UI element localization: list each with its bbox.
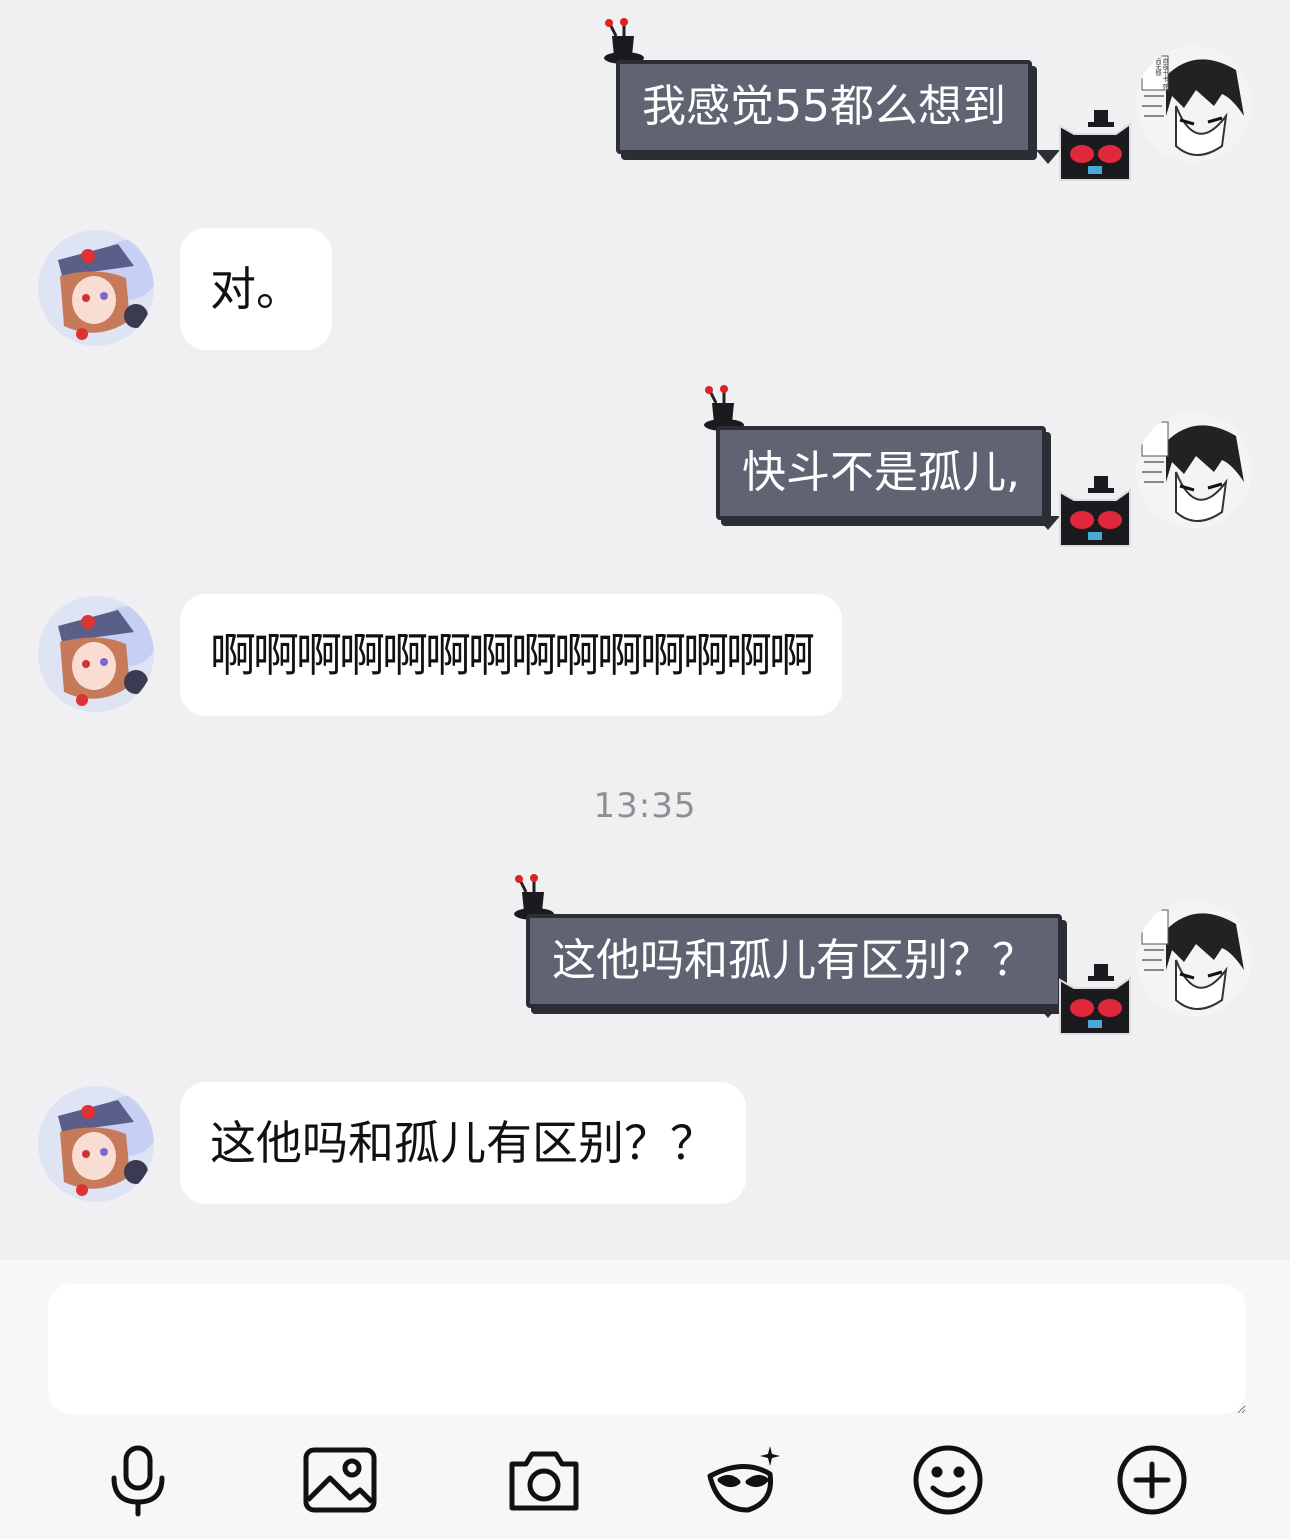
- camera-icon[interactable]: [504, 1440, 584, 1520]
- cat-mascot-decoration-icon: [1059, 964, 1131, 1035]
- composer-bar: [0, 1260, 1290, 1539]
- message-text: 对。: [210, 262, 302, 316]
- message-bubble-incoming[interactable]: 啊啊啊啊啊啊啊啊啊啊啊啊啊啊: [180, 594, 842, 716]
- message-input[interactable]: [48, 1284, 1246, 1414]
- mask-sparkle-icon[interactable]: [704, 1440, 784, 1520]
- my-avatar[interactable]: 命夜十卡 死而无憾: [1136, 46, 1252, 162]
- message-bubble-outgoing[interactable]: 这他吗和孤儿有区别？？: [526, 914, 1062, 1008]
- chat-message-list[interactable]: 我感觉55都么想到 命夜十卡 死而无憾 对。 快斗不是孤儿, 啊啊啊啊啊啊啊啊啊…: [0, 0, 1290, 1260]
- my-avatar[interactable]: [1136, 900, 1252, 1016]
- message-text: 这他吗和孤儿有区别？？: [552, 935, 1036, 986]
- cat-mascot-decoration-icon: [1059, 476, 1131, 547]
- message-bubble-incoming[interactable]: 对。: [180, 228, 332, 350]
- message-bubble-outgoing[interactable]: 我感觉55都么想到: [616, 60, 1032, 154]
- microphone-icon[interactable]: [98, 1440, 178, 1520]
- message-text: 快斗不是孤儿,: [742, 447, 1020, 498]
- contact-avatar[interactable]: [38, 230, 154, 346]
- message-text: 啊啊啊啊啊啊啊啊啊啊啊啊啊啊: [210, 628, 815, 682]
- message-bubble-incoming[interactable]: 这他吗和孤儿有区别？？: [180, 1082, 746, 1204]
- contact-avatar[interactable]: [38, 596, 154, 712]
- timestamp: 13:35: [593, 786, 697, 826]
- message-bubble-outgoing[interactable]: 快斗不是孤儿,: [716, 426, 1046, 520]
- my-avatar[interactable]: [1136, 412, 1252, 528]
- plus-icon[interactable]: [1112, 1440, 1192, 1520]
- avatar-caption: 命夜十卡 死而无憾: [1154, 58, 1168, 90]
- message-text: 我感觉55都么想到: [642, 81, 1006, 132]
- cat-mascot-decoration-icon: [1059, 110, 1131, 181]
- message-text: 这他吗和孤儿有区别？？: [210, 1116, 716, 1170]
- emoji-icon[interactable]: [908, 1440, 988, 1520]
- image-icon[interactable]: [300, 1440, 380, 1520]
- contact-avatar[interactable]: [38, 1086, 154, 1202]
